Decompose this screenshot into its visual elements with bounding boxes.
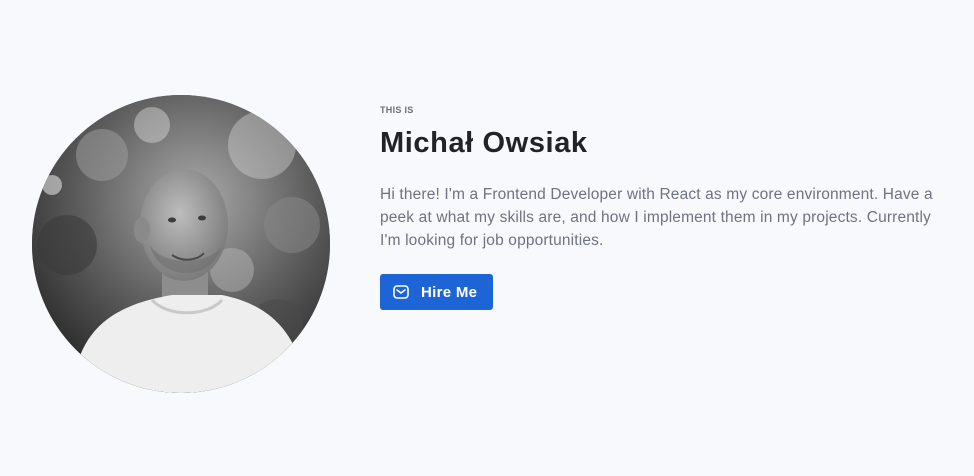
page-title: Michał Owsiak — [380, 127, 588, 159]
hire-me-label: Hire Me — [421, 283, 478, 301]
intro-content: THIS IS Michał Owsiak Hi there! I'm a Fr… — [380, 104, 950, 310]
eyebrow-label: THIS IS — [380, 105, 414, 115]
profile-photo — [32, 95, 330, 393]
hero-section: THIS IS Michał Owsiak Hi there! I'm a Fr… — [0, 0, 974, 476]
bio-text: Hi there! I'm a Frontend Developer with … — [380, 186, 933, 249]
hire-me-button[interactable]: Hire Me — [380, 274, 493, 310]
envelope-icon — [392, 283, 410, 301]
